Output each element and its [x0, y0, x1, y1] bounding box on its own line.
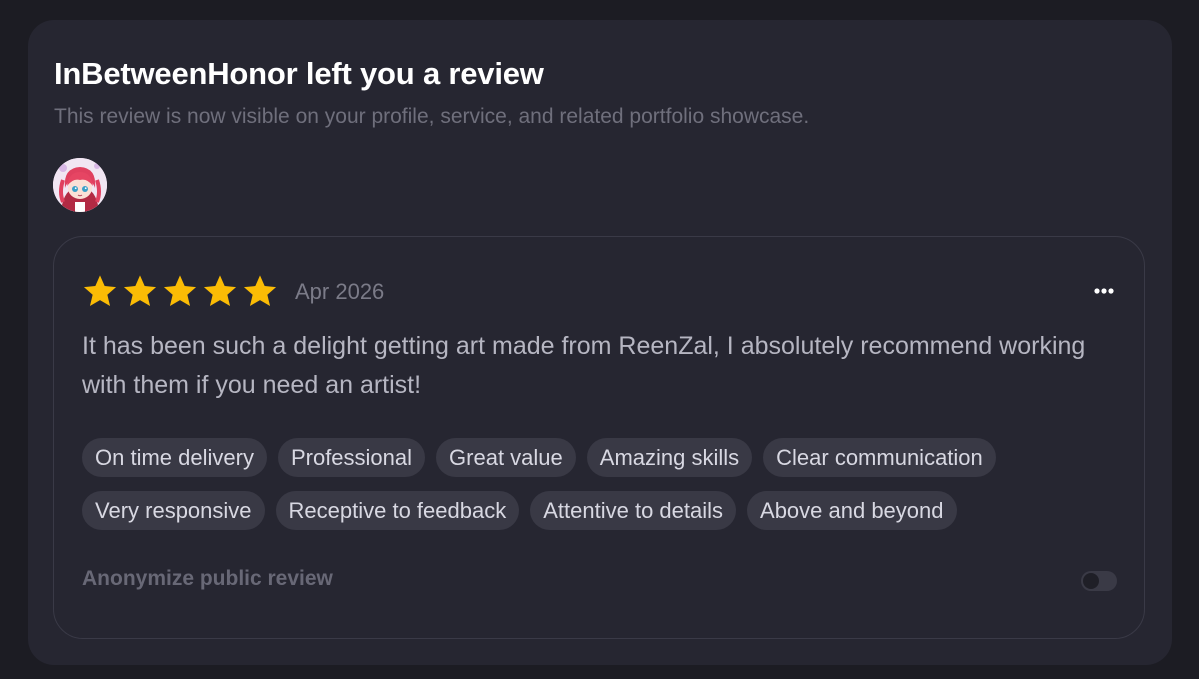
tag-attentive-to-details: Attentive to details — [530, 491, 737, 530]
tag-great-value: Great value — [436, 438, 576, 477]
tag-amazing-skills: Amazing skills — [586, 438, 753, 477]
anonymize-label: Anonymize public review — [82, 567, 333, 590]
avatar-image — [53, 158, 107, 212]
review-text: It has been such a delight getting art m… — [82, 332, 1086, 399]
star-rating — [82, 273, 278, 309]
tag-above-and-beyond: Above and beyond — [747, 491, 957, 530]
review-notification-panel: InBetweenHonor left you a review This re… — [28, 20, 1172, 665]
tag-on-time-delivery: On time delivery — [82, 438, 267, 477]
review-date: Apr 2026 — [295, 279, 385, 304]
star-icon — [243, 275, 277, 306]
notification-subtitle: This review is now visible on your profi… — [54, 105, 810, 128]
star-icon — [163, 275, 197, 306]
tag-very-responsive: Very responsive — [82, 491, 265, 530]
reviewer-avatar[interactable] — [53, 158, 107, 212]
tag-clear-communication: Clear communication — [763, 438, 996, 477]
star-icon — [83, 275, 117, 306]
toggle-knob — [1083, 573, 1099, 589]
more-options-icon[interactable] — [1090, 283, 1118, 299]
anonymize-toggle[interactable] — [1081, 571, 1117, 591]
notification-title: InBetweenHonor left you a review — [54, 56, 544, 91]
tag-receptive-to-feedback: Receptive to feedback — [275, 491, 520, 530]
tag-professional: Professional — [277, 438, 426, 477]
star-icon — [203, 275, 237, 306]
review-card: Apr 2026 It has been such a delight gett… — [53, 236, 1145, 639]
review-tags: On time delivery Professional Great valu… — [82, 438, 1122, 530]
star-icon — [123, 275, 157, 306]
